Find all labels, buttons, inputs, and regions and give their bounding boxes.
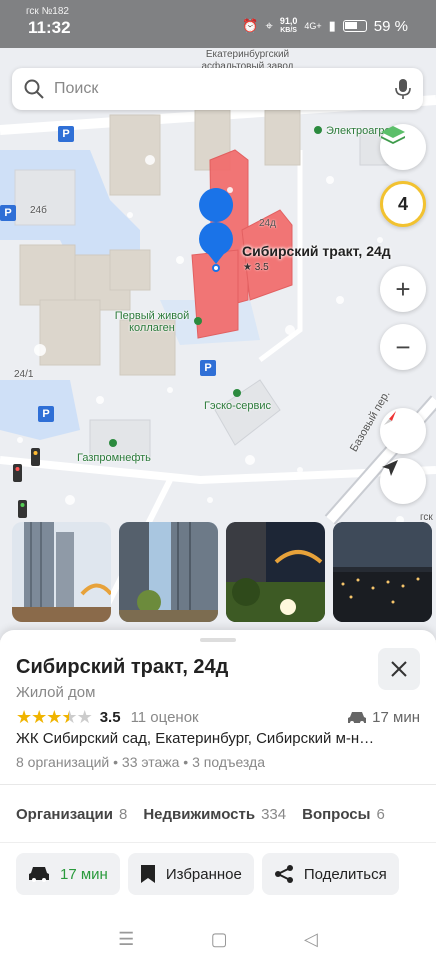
- place-meta: 8 организаций • 33 этажа • 3 подъезда: [16, 754, 265, 770]
- tab-real-estate[interactable]: Недвижимость 334: [143, 806, 286, 823]
- rating-row[interactable]: ★★★★★ 3.5 11 оценок 17 мин: [16, 707, 420, 728]
- search-bar[interactable]: [12, 68, 423, 110]
- drive-time[interactable]: 17 мин: [347, 709, 420, 726]
- car-icon: [348, 711, 367, 725]
- map-label-24d: 24д: [259, 218, 276, 229]
- compass-button[interactable]: [380, 408, 426, 454]
- tab-questions[interactable]: Вопросы 6: [302, 806, 385, 823]
- tab-organizations[interactable]: Организации 8: [16, 806, 127, 823]
- status-bar: гск №182 11:32 ⏰ ⌖ 91,0 KB/S 4G+ ▮ 59 %: [0, 0, 436, 48]
- star-rating: ★★★★★: [16, 707, 93, 727]
- clock: 11:32: [28, 18, 71, 37]
- building-label[interactable]: Сибирский тракт, 24д: [242, 243, 391, 259]
- net-speed: 91,0 KB/S: [279, 16, 298, 35]
- drag-handle[interactable]: [200, 638, 236, 642]
- back-nav-icon[interactable]: ◁: [304, 929, 318, 950]
- place-card[interactable]: Сибирский тракт, 24д Жилой дом ★★★★★ 3.5…: [0, 630, 436, 960]
- photo-thumbnail[interactable]: [12, 522, 111, 622]
- place-title: Сибирский тракт, 24д: [16, 656, 229, 678]
- system-nav-bar: ☰ ▢ ◁: [0, 918, 436, 960]
- car-icon: [29, 867, 49, 882]
- microphone-icon[interactable]: [395, 78, 411, 100]
- place-address: ЖК Сибирский сад, Екатеринбург, Сибирски…: [16, 730, 375, 747]
- map-label-gas-service: Гэско-сервис: [204, 400, 272, 412]
- parking-icon: P: [38, 406, 54, 422]
- building-rating: ★ 3.5: [243, 262, 269, 273]
- menu-nav-icon[interactable]: ☰: [118, 929, 134, 950]
- cell-signal-icon: ▮: [328, 18, 336, 33]
- navigation-arrow-icon: [382, 460, 398, 476]
- close-button[interactable]: [378, 648, 420, 690]
- share-button[interactable]: Поделиться: [261, 853, 399, 895]
- home-nav-icon[interactable]: ▢: [211, 929, 228, 950]
- layers-button[interactable]: [380, 124, 426, 170]
- map-label-first-live: Первый живой коллаген: [114, 310, 190, 334]
- map-label-24-1: 24/1: [14, 369, 34, 380]
- reviews-count[interactable]: 11 оценок: [131, 709, 199, 726]
- parking-icon: P: [58, 126, 74, 142]
- search-input[interactable]: [54, 80, 395, 98]
- parking-icon: P: [0, 205, 16, 221]
- search-icon: [24, 79, 44, 99]
- rating-value: 3.5: [99, 709, 121, 726]
- close-icon: [391, 661, 407, 677]
- tabs[interactable]: Организации 8 Недвижимость 334 Вопросы 6: [16, 806, 385, 823]
- map-label-gazprom: Газпромнефть: [77, 452, 151, 464]
- my-location-button[interactable]: [380, 458, 426, 504]
- battery-percent: 59 %: [373, 17, 408, 35]
- zoom-in-button[interactable]: +: [380, 266, 426, 312]
- place-type: Жилой дом: [16, 684, 96, 701]
- parking-icon: P: [200, 360, 216, 376]
- zoom-level-indicator[interactable]: 4: [380, 181, 426, 227]
- compass-icon: [384, 411, 396, 425]
- map-label-24b: 24б: [30, 205, 47, 216]
- divider: [0, 842, 436, 843]
- signal-icon: 4G+: [304, 21, 322, 31]
- photo-strip[interactable]: [12, 522, 432, 622]
- battery-icon: [342, 20, 367, 32]
- route-button[interactable]: 17 мин: [16, 853, 120, 895]
- photo-thumbnail[interactable]: [226, 522, 325, 622]
- photo-thumbnail[interactable]: [333, 522, 432, 622]
- carrier-label: гск №182: [26, 6, 69, 17]
- photo-thumbnail[interactable]: [119, 522, 218, 622]
- action-bar: 17 мин Избранное Поделиться: [16, 853, 399, 895]
- divider: [0, 784, 436, 785]
- bookmark-icon: [140, 865, 155, 883]
- alarm-icon: ⏰: [242, 18, 259, 33]
- layers-icon: [381, 126, 405, 144]
- favorite-button[interactable]: Избранное: [127, 853, 254, 895]
- zoom-out-button[interactable]: −: [380, 324, 426, 370]
- location-icon: ⌖: [265, 18, 273, 33]
- share-icon: [274, 865, 293, 883]
